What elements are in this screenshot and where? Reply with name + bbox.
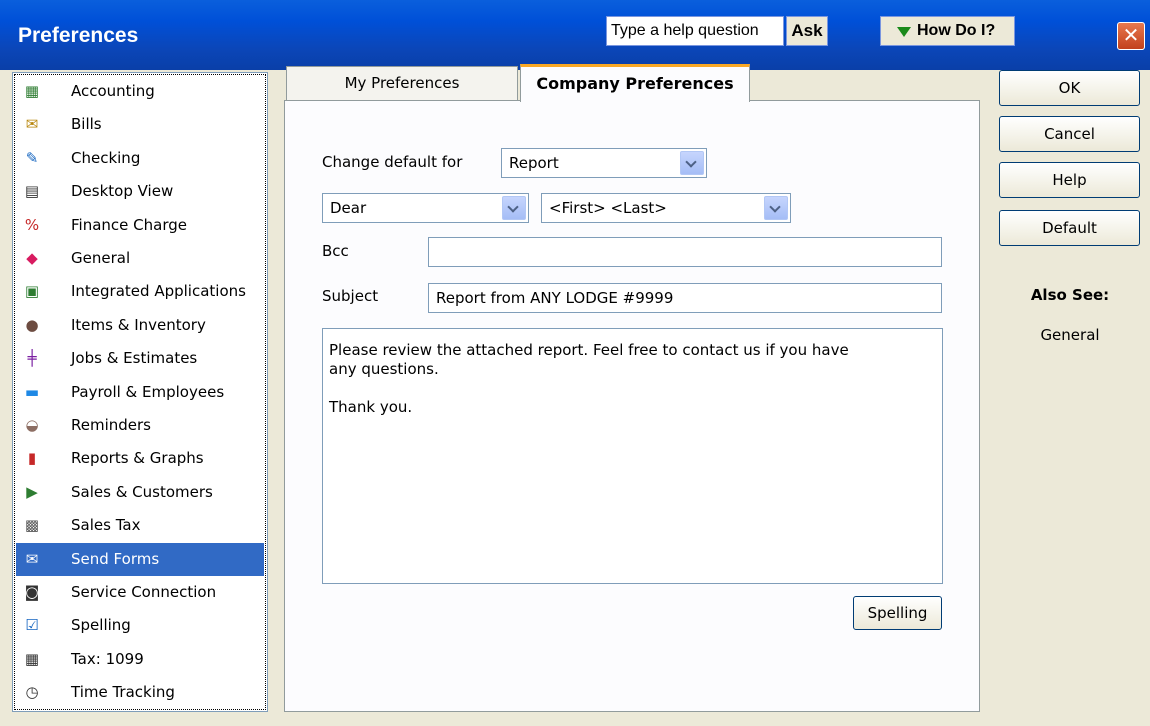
sidebar-item[interactable]: ▣ Integrated Applications: [16, 275, 264, 308]
sidebar-item[interactable]: ▤ Desktop View: [16, 175, 264, 208]
how-do-i-label: How Do I?: [917, 22, 996, 39]
name-format-value: <First> <Last>: [549, 199, 667, 217]
also-see-heading: Also See:: [1030, 286, 1110, 304]
sidebar-item-label: Reminders: [71, 416, 151, 434]
change-default-value: Report: [509, 154, 559, 172]
sidebar-item[interactable]: ☑ Spelling: [16, 609, 264, 642]
checking-icon: ✎: [25, 148, 39, 167]
sidebar-item[interactable]: ◒ Reminders: [16, 409, 264, 442]
sidebar-item[interactable]: ▮ Reports & Graphs: [16, 442, 264, 475]
sidebar-item-label: Desktop View: [71, 182, 174, 201]
bills-icon: ✉: [25, 115, 39, 134]
chevron-down-icon[interactable]: [764, 196, 788, 220]
sidebar-item-label: Reports & Graphs: [71, 449, 204, 468]
message-body-line: [329, 379, 936, 398]
sidebar-item[interactable]: ╪ Jobs & Estimates: [16, 342, 264, 375]
payroll-employees-icon: ▬: [24, 382, 40, 401]
jobs-estimates-icon: ╪: [27, 349, 37, 368]
title-bar: Preferences Type a help question Ask How…: [0, 0, 1150, 70]
help-button[interactable]: Help: [999, 162, 1140, 198]
sidebar-item-label: Items & Inventory: [71, 315, 206, 334]
sidebar-item-label: Service Connection: [71, 583, 217, 601]
spelling-icon: ☑: [25, 616, 39, 635]
sidebar-item[interactable]: ✉ Bills: [16, 108, 264, 141]
reminders-icon: ◒: [25, 416, 39, 434]
sidebar-item[interactable]: ✎ Checking: [16, 142, 264, 175]
ok-button[interactable]: OK: [999, 70, 1140, 106]
salutation-value: Dear: [330, 199, 367, 217]
sidebar-item[interactable]: ▬ Payroll & Employees: [16, 376, 264, 409]
tax-1099-icon: ▦: [24, 649, 40, 668]
window-title: Preferences: [18, 24, 139, 47]
desktop-view-icon: ▤: [24, 182, 40, 201]
sidebar-item[interactable]: ● Items & Inventory: [16, 309, 264, 342]
close-button[interactable]: ✕: [1117, 22, 1145, 50]
finance-charge-icon: %: [24, 215, 40, 234]
sidebar-item-label: Spelling: [71, 616, 131, 635]
spelling-button[interactable]: Spelling: [853, 596, 942, 630]
change-default-select[interactable]: Report: [501, 148, 707, 178]
sidebar-item-label: General: [71, 249, 131, 267]
sidebar-item[interactable]: ▦ Accounting: [16, 75, 264, 108]
message-body-field[interactable]: Please review the attached report. Feel …: [322, 328, 943, 584]
sidebar-item-label: Bills: [71, 115, 102, 134]
subject-field[interactable]: Report from ANY LODGE #9999: [428, 283, 942, 313]
sidebar-item-label: Sales & Customers: [71, 482, 213, 501]
message-body-line: Please review the attached report. Feel …: [329, 341, 849, 359]
sidebar-item[interactable]: % Finance Charge: [16, 209, 264, 242]
category-list[interactable]: ▦ Accounting ✉ Bills ✎ Checking ▤ Desktop View%…: [12, 72, 268, 712]
accounting-icon: ▦: [24, 82, 40, 100]
sidebar-item[interactable]: ◷ Time Tracking: [16, 676, 264, 709]
sidebar-item-label: Time Tracking: [71, 683, 175, 702]
bcc-label: Bcc: [322, 242, 349, 260]
sidebar-item-label: Sales Tax: [71, 516, 141, 535]
sidebar-item-label: Send Forms: [71, 549, 160, 568]
subject-label: Subject: [322, 287, 379, 305]
cancel-button[interactable]: Cancel: [999, 116, 1140, 152]
sidebar-item[interactable]: ✉ Send Forms: [16, 542, 264, 576]
tab-my-preferences[interactable]: My Preferences: [286, 66, 518, 100]
message-body-line: any questions.: [329, 360, 439, 378]
sidebar-item-label: Jobs & Estimates: [71, 349, 198, 368]
tab-company-preferences[interactable]: Company Preferences: [520, 64, 750, 102]
sidebar-item[interactable]: ▶ Sales & Customers: [16, 476, 264, 509]
sidebar-item[interactable]: ▩ Sales Tax: [16, 509, 264, 542]
default-button[interactable]: Default: [999, 210, 1140, 246]
change-default-label: Change default for: [322, 153, 463, 171]
how-do-i-button[interactable]: How Do I?: [880, 16, 1015, 46]
sidebar-item-label: Tax: 1099: [71, 649, 144, 668]
sidebar-item[interactable]: ◆ General: [16, 242, 264, 275]
triangle-down-icon: [897, 27, 911, 37]
sidebar-item-label: Accounting: [71, 82, 155, 100]
chevron-down-icon[interactable]: [502, 196, 526, 220]
service-connection-icon: ◙: [24, 583, 40, 601]
integrated-applications-icon: ▣: [24, 282, 40, 301]
time-tracking-icon: ◷: [25, 683, 39, 702]
sidebar-item-label: Finance Charge: [71, 215, 187, 234]
message-body-line: Thank you.: [329, 398, 413, 416]
sidebar-item-label: Integrated Applications: [71, 282, 246, 301]
sidebar-item-label: Payroll & Employees: [71, 382, 225, 401]
help-question-input[interactable]: Type a help question: [606, 16, 784, 46]
chevron-down-icon[interactable]: [680, 151, 704, 175]
sidebar-item-label: Checking: [71, 148, 141, 167]
sidebar-item[interactable]: ◙ Service Connection: [16, 576, 264, 609]
ask-button[interactable]: Ask: [786, 16, 828, 46]
send-forms-icon: ✉: [25, 549, 39, 568]
also-see-general-link[interactable]: General: [1000, 326, 1140, 344]
sales-tax-icon: ▩: [24, 516, 40, 535]
name-format-select[interactable]: <First> <Last>: [541, 193, 791, 223]
sidebar-item[interactable]: ▦ Tax: 1099: [16, 643, 264, 676]
sales-customers-icon: ▶: [26, 482, 38, 501]
general-icon: ◆: [26, 249, 38, 267]
salutation-select[interactable]: Dear: [322, 193, 529, 223]
bcc-field[interactable]: [428, 237, 942, 267]
items-inventory-icon: ●: [25, 315, 39, 334]
reports-graphs-icon: ▮: [27, 449, 37, 468]
